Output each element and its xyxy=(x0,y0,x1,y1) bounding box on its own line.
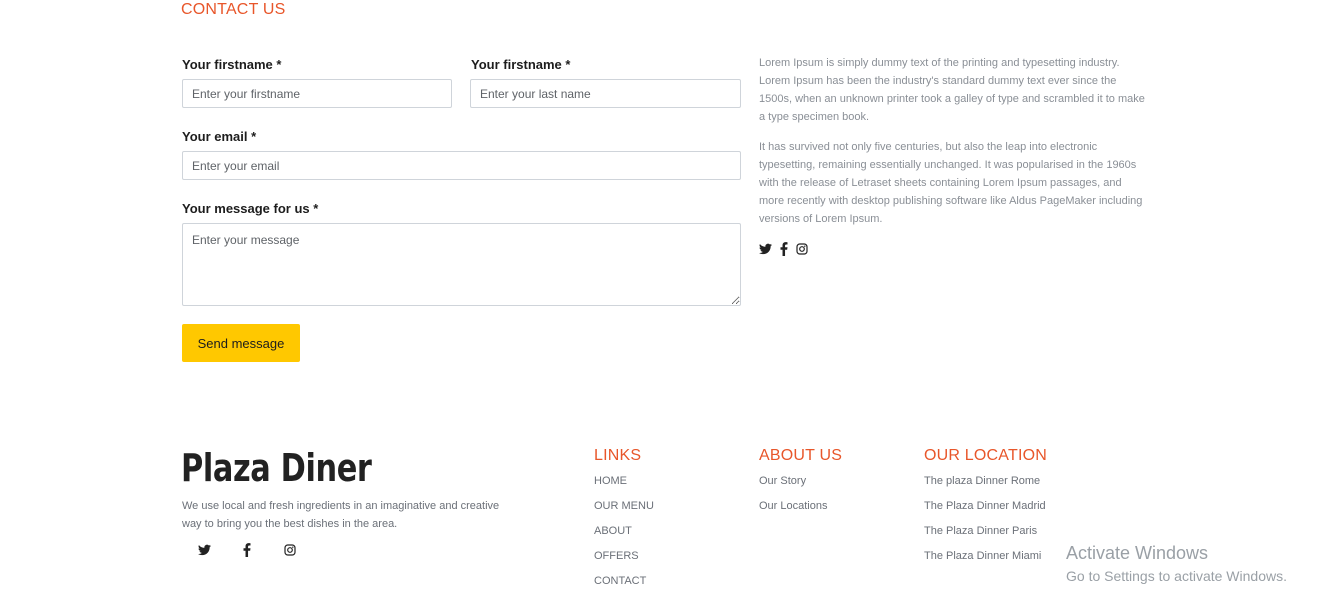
links-title: LINKS xyxy=(594,447,642,464)
location-miami[interactable]: The Plaza Dinner Miami xyxy=(924,550,1046,575)
footer-link-our-menu[interactable]: OUR MENU xyxy=(594,500,654,525)
brand-logo[interactable]: Plaza Diner xyxy=(181,446,372,490)
location-rome[interactable]: The plaza Dinner Rome xyxy=(924,475,1046,500)
footer-description: We use local and fresh ingredients in an… xyxy=(182,500,500,530)
footer-link-our-locations[interactable]: Our Locations xyxy=(759,500,827,525)
twitter-icon[interactable] xyxy=(198,544,211,556)
location-list: The plaza Dinner Rome The Plaza Dinner M… xyxy=(924,475,1046,575)
location-paris[interactable]: The Plaza Dinner Paris xyxy=(924,525,1046,550)
contact-title: CONTACT US xyxy=(181,1,286,18)
email-input[interactable] xyxy=(182,151,741,180)
footer-link-our-story[interactable]: Our Story xyxy=(759,475,827,500)
activate-windows-title: Activate Windows xyxy=(1066,543,1209,563)
about-list: Our Story Our Locations xyxy=(759,475,827,525)
about-title: ABOUT US xyxy=(759,447,843,464)
message-textarea[interactable] xyxy=(182,223,741,306)
footer-link-contact[interactable]: CONTACT xyxy=(594,575,654,600)
footer-link-about[interactable]: ABOUT xyxy=(594,525,654,550)
location-madrid[interactable]: The Plaza Dinner Madrid xyxy=(924,500,1046,525)
send-message-button[interactable]: Send message xyxy=(182,324,300,362)
location-title: OUR LOCATION xyxy=(924,447,1048,464)
activate-windows-subtitle: Go to Settings to activate Windows. xyxy=(1066,568,1287,584)
message-label: Your message for us * xyxy=(182,201,319,216)
links-list: HOME OUR MENU ABOUT OFFERS CONTACT xyxy=(594,475,654,600)
email-label: Your email * xyxy=(182,129,257,144)
facebook-icon[interactable] xyxy=(780,242,788,256)
instagram-icon[interactable] xyxy=(796,243,808,255)
lastname-label: Your firstname * xyxy=(471,57,571,72)
instagram-icon[interactable] xyxy=(284,544,296,556)
footer-link-home[interactable]: HOME xyxy=(594,475,654,500)
contact-paragraph-1: Lorem Ipsum is simply dummy text of the … xyxy=(759,57,1145,123)
contact-paragraph-2: It has survived not only five centuries,… xyxy=(759,141,1143,225)
facebook-icon[interactable] xyxy=(243,543,251,557)
firstname-input[interactable] xyxy=(182,79,452,108)
firstname-label: Your firstname * xyxy=(182,57,282,72)
lastname-input[interactable] xyxy=(470,79,741,108)
twitter-icon[interactable] xyxy=(759,243,772,255)
footer-link-offers[interactable]: OFFERS xyxy=(594,550,654,575)
